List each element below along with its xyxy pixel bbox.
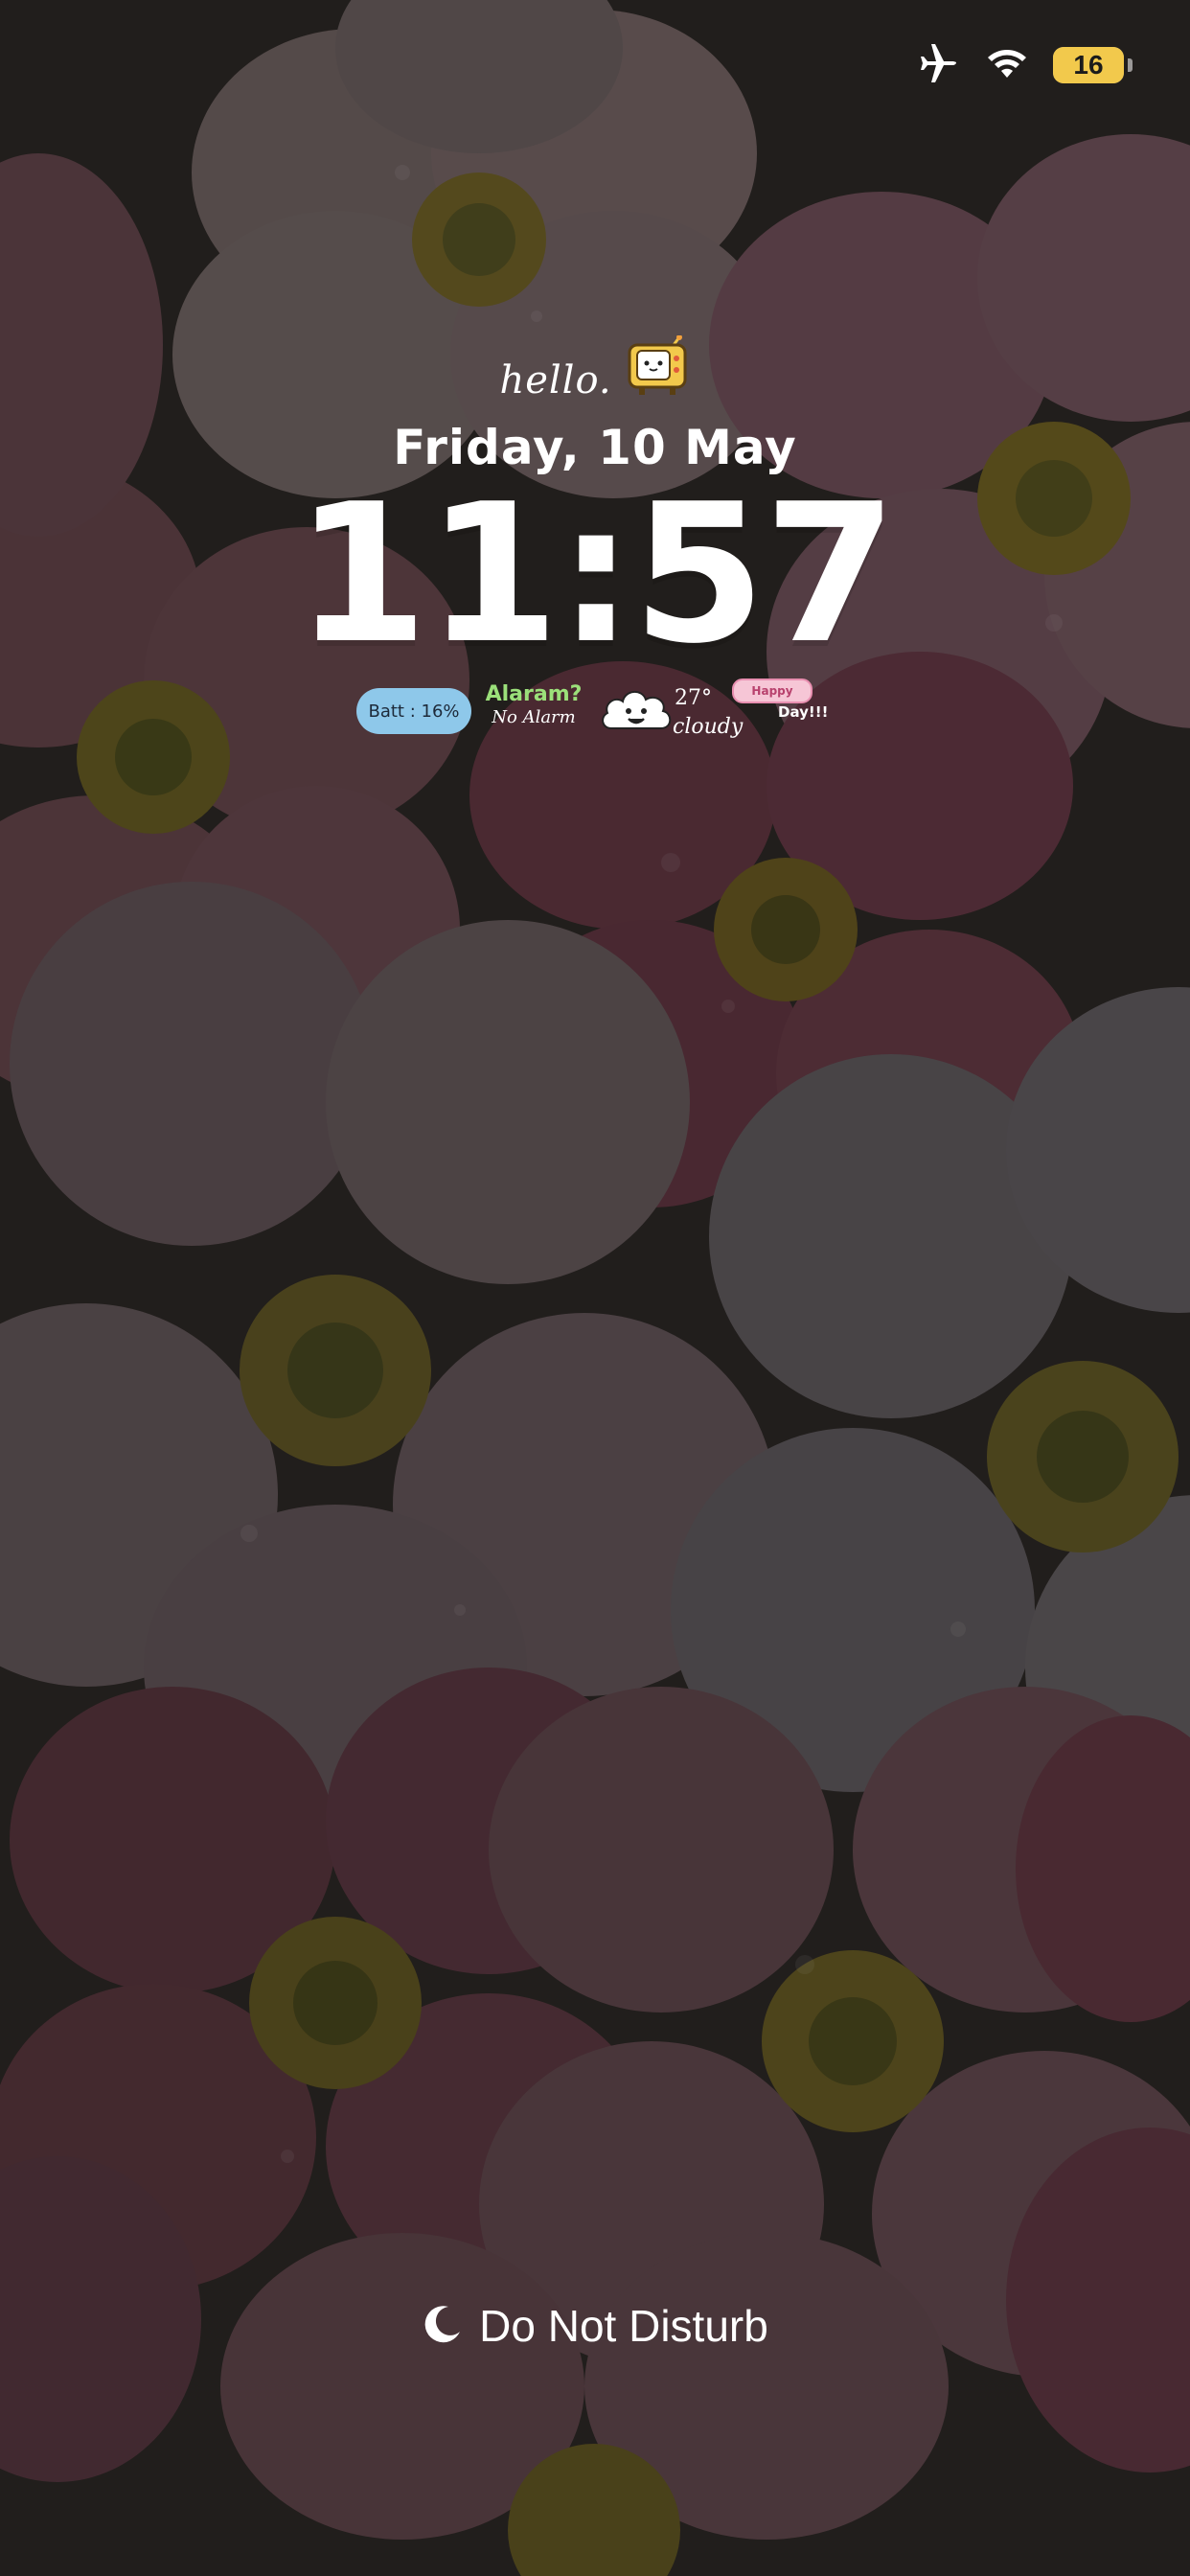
moon-icon <box>422 2303 464 2349</box>
focus-mode-indicator[interactable]: Do Not Disturb <box>0 2300 1190 2352</box>
focus-mode-label: Do Not Disturb <box>479 2301 768 2351</box>
tv-character-icon <box>624 334 691 402</box>
happy-day-text: Day!!! <box>778 703 829 721</box>
alarm-widget-status: No Alarm <box>492 707 576 727</box>
weather-widget[interactable]: 27° cloudy <box>598 677 743 753</box>
battery-nub <box>1128 58 1133 72</box>
happy-day-widget[interactable]: Happy Day!!! <box>732 678 837 736</box>
happy-day-badge: Happy <box>732 678 812 703</box>
battery-icon[interactable]: 16 <box>1053 47 1124 83</box>
greeting-text: hello. <box>499 358 612 402</box>
wifi-icon[interactable] <box>986 46 1028 84</box>
greeting-row: hello. <box>0 334 1190 402</box>
cloud-face-icon <box>598 680 675 742</box>
alarm-widget[interactable]: Alaram? No Alarm <box>481 682 586 728</box>
battery-widget-label: Batt : 16% <box>368 701 460 722</box>
lock-screen-widgets[interactable]: Batt : 16% Alaram? No Alarm 27° cloudy H… <box>356 671 835 757</box>
alarm-widget-title: Alaram? <box>485 682 583 706</box>
battery-percent: 16 <box>1073 50 1104 80</box>
airplane-icon[interactable] <box>917 44 961 86</box>
weather-temperature: 27° <box>675 686 712 710</box>
status-bar: 16 <box>917 38 1133 92</box>
battery-widget[interactable]: Batt : 16% <box>356 688 471 734</box>
lock-screen-time[interactable]: 11:57 <box>0 479 1190 671</box>
